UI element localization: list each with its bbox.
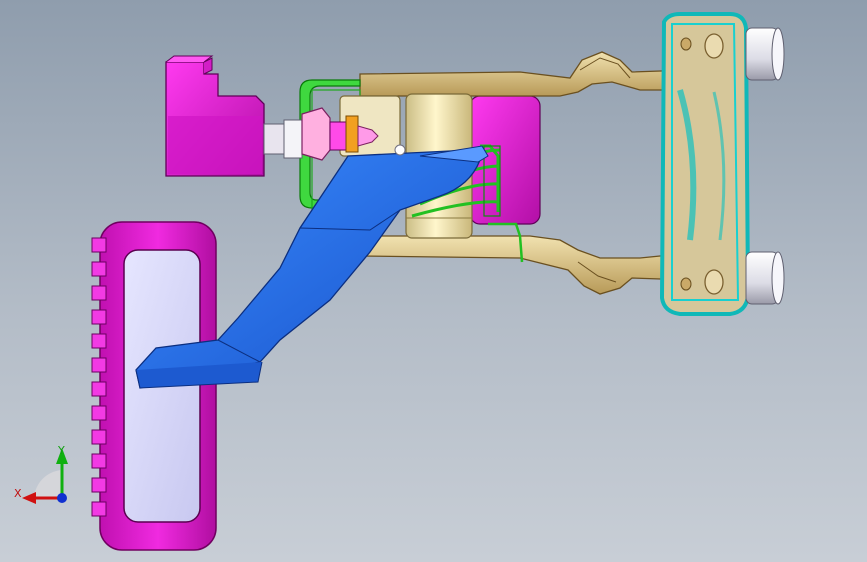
3d-viewport[interactable]: Y X (0, 0, 867, 562)
mounting-stud-lower[interactable] (745, 251, 785, 305)
bracket-plate[interactable] (659, 12, 751, 316)
cad-model[interactable]: Y X (0, 0, 867, 562)
mounting-stud-upper[interactable] (745, 27, 785, 81)
z-axis-dot (57, 493, 67, 503)
y-axis-label: Y (57, 444, 65, 457)
x-axis-label: X (14, 487, 22, 500)
sensor-connector[interactable] (165, 55, 265, 177)
coordinate-triad: Y X (14, 444, 68, 504)
